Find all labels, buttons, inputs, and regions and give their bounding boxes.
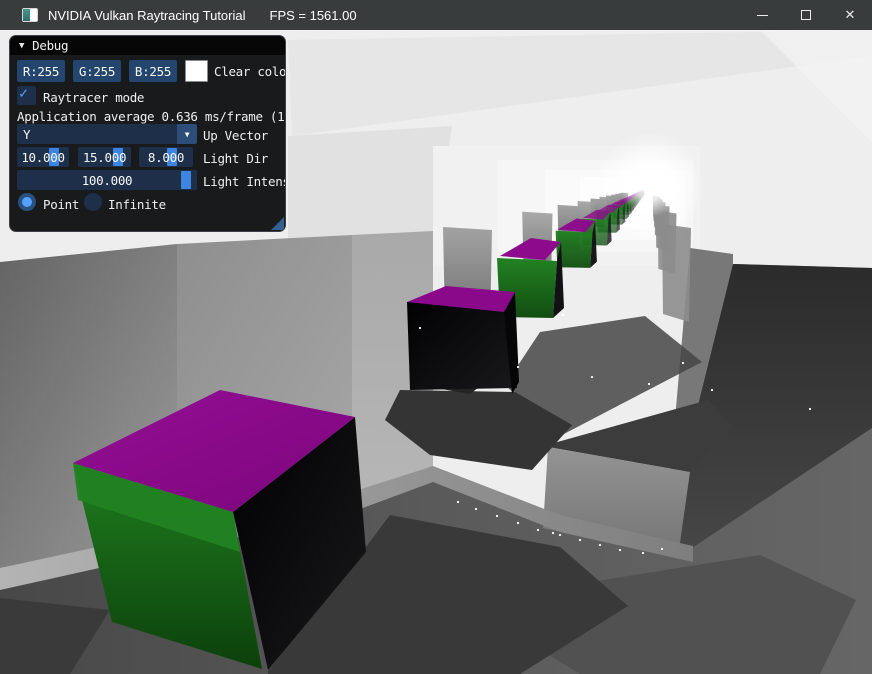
point-radio[interactable]	[18, 193, 36, 211]
minimize-icon	[757, 15, 768, 16]
debug-panel[interactable]: ▼ Debug R:255 G:255 B:255 Clear color ✓ …	[9, 35, 286, 232]
color-swatch[interactable]	[185, 60, 208, 82]
light-dir-x-value: 10.000	[17, 147, 69, 167]
close-button[interactable]: ✕	[828, 0, 872, 30]
raytracer-checkbox[interactable]: ✓	[17, 86, 36, 105]
app-window: NVIDIA Vulkan Raytracing Tutorial FPS = …	[0, 0, 872, 674]
light-intensity-row: 100.000 Light Intens	[10, 170, 285, 193]
clear-color-label: Clear color	[214, 60, 286, 82]
green-value-button[interactable]: G:255	[73, 60, 121, 82]
blue-value-button[interactable]: B:255	[129, 60, 177, 82]
raytracer-row: ✓ Raytracer mode	[10, 86, 285, 109]
light-type-row: Point Infinite	[10, 193, 285, 216]
up-vector-row: Y ▼ Up Vector	[10, 124, 285, 147]
up-vector-combo[interactable]: Y ▼	[17, 124, 197, 144]
close-icon: ✕	[845, 9, 856, 22]
perf-text: Application average 0.636 ms/frame (15	[17, 109, 286, 124]
check-icon: ✓	[19, 84, 28, 102]
infinite-radio[interactable]	[84, 193, 102, 211]
maximize-button[interactable]	[784, 0, 828, 30]
light-dir-z-value: 8.000	[139, 147, 193, 167]
point-radio-label: Point	[43, 193, 79, 215]
resize-grip[interactable]	[271, 217, 284, 230]
maximize-icon	[801, 10, 811, 20]
light-dir-y-slider[interactable]: 15.000	[78, 147, 131, 167]
light-dir-label: Light Dir	[203, 147, 268, 169]
light-intensity-slider[interactable]: 100.000	[17, 170, 197, 190]
raytracer-label: Raytracer mode	[43, 86, 144, 108]
minimize-button[interactable]	[740, 0, 784, 30]
red-value-button[interactable]: R:255	[17, 60, 65, 82]
collapse-arrow-icon[interactable]: ▼	[19, 41, 24, 51]
radio-dot	[22, 197, 32, 207]
light-dir-y-value: 15.000	[78, 147, 131, 167]
light-dir-x-slider[interactable]: 10.000	[17, 147, 69, 167]
light-dir-z-slider[interactable]: 8.000	[139, 147, 193, 167]
debug-panel-title: Debug	[32, 38, 68, 53]
light-intensity-value: 100.000	[17, 170, 197, 190]
light-intensity-label: Light Intens	[203, 170, 286, 192]
window-title: NVIDIA Vulkan Raytracing Tutorial	[48, 8, 246, 23]
window-titlebar[interactable]: NVIDIA Vulkan Raytracing Tutorial FPS = …	[0, 0, 872, 30]
app-icon	[22, 8, 38, 22]
light-dir-row: 10.000 15.000 8.000 Light Dir	[10, 147, 285, 170]
fps-counter: FPS = 1561.00	[270, 8, 357, 23]
up-vector-value: Y	[17, 124, 197, 144]
clear-color-row: R:255 G:255 B:255 Clear color	[10, 60, 285, 83]
debug-panel-titlebar[interactable]: ▼ Debug	[10, 36, 285, 55]
light-glow-core	[620, 157, 680, 217]
up-vector-label: Up Vector	[203, 124, 268, 146]
infinite-radio-label: Infinite	[108, 193, 166, 215]
combo-arrow-icon[interactable]: ▼	[177, 124, 197, 144]
